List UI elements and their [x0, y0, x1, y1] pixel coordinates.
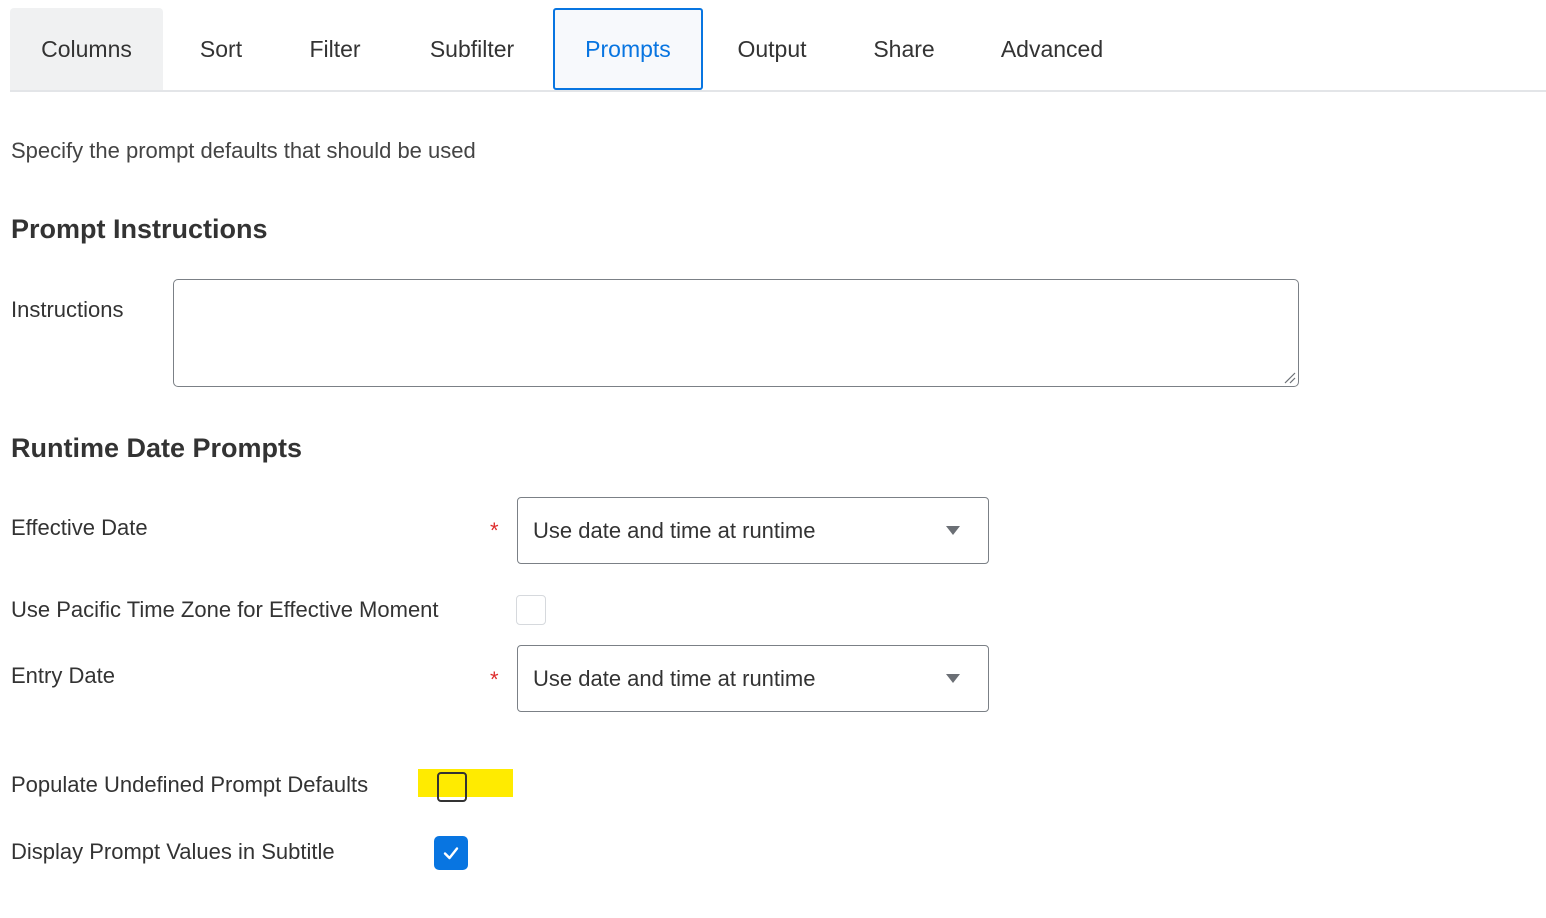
required-asterisk: * — [490, 667, 499, 692]
populate-undefined-label: Populate Undefined Prompt Defaults — [11, 772, 369, 797]
tab-sort[interactable]: Sort — [181, 8, 261, 90]
tab-subfilter[interactable]: Subfilter — [412, 8, 532, 90]
tab-advanced[interactable]: Advanced — [986, 8, 1118, 90]
instructions-textarea[interactable] — [173, 279, 1299, 387]
pacific-time-zone-checkbox[interactable] — [516, 595, 546, 625]
prompt-instructions-heading: Prompt Instructions — [11, 214, 268, 244]
effective-date-label: Effective Date — [11, 515, 148, 540]
report-prompts-page: Columns Sort Filter Subfilter Prompts Ou… — [0, 0, 1546, 918]
populate-undefined-checkbox[interactable] — [437, 772, 467, 802]
tab-share[interactable]: Share — [861, 8, 947, 90]
tab-output[interactable]: Output — [722, 8, 822, 90]
effective-date-value: Use date and time at runtime — [533, 517, 816, 543]
tab-prompts[interactable]: Prompts — [553, 8, 703, 90]
tab-columns[interactable]: Columns — [10, 8, 163, 90]
resize-grip-icon[interactable] — [1282, 370, 1296, 384]
required-asterisk: * — [490, 518, 499, 543]
chevron-down-icon — [946, 526, 960, 535]
chevron-down-icon — [946, 674, 960, 683]
entry-date-value: Use date and time at runtime — [533, 665, 816, 691]
tab-bar: Columns Sort Filter Subfilter Prompts Ou… — [10, 8, 1546, 92]
runtime-date-prompts-heading: Runtime Date Prompts — [11, 433, 303, 463]
tab-filter[interactable]: Filter — [290, 8, 380, 90]
entry-date-select[interactable]: Use date and time at runtime — [517, 645, 989, 712]
entry-date-label: Entry Date — [11, 663, 115, 688]
display-prompt-values-label: Display Prompt Values in Subtitle — [11, 839, 335, 864]
display-prompt-values-checkbox[interactable] — [434, 836, 468, 870]
page-description: Specify the prompt defaults that should … — [11, 138, 476, 163]
pacific-time-zone-label: Use Pacific Time Zone for Effective Mome… — [11, 597, 439, 622]
instructions-label: Instructions — [11, 297, 124, 322]
checkmark-icon — [443, 847, 459, 860]
effective-date-select[interactable]: Use date and time at runtime — [517, 497, 989, 564]
